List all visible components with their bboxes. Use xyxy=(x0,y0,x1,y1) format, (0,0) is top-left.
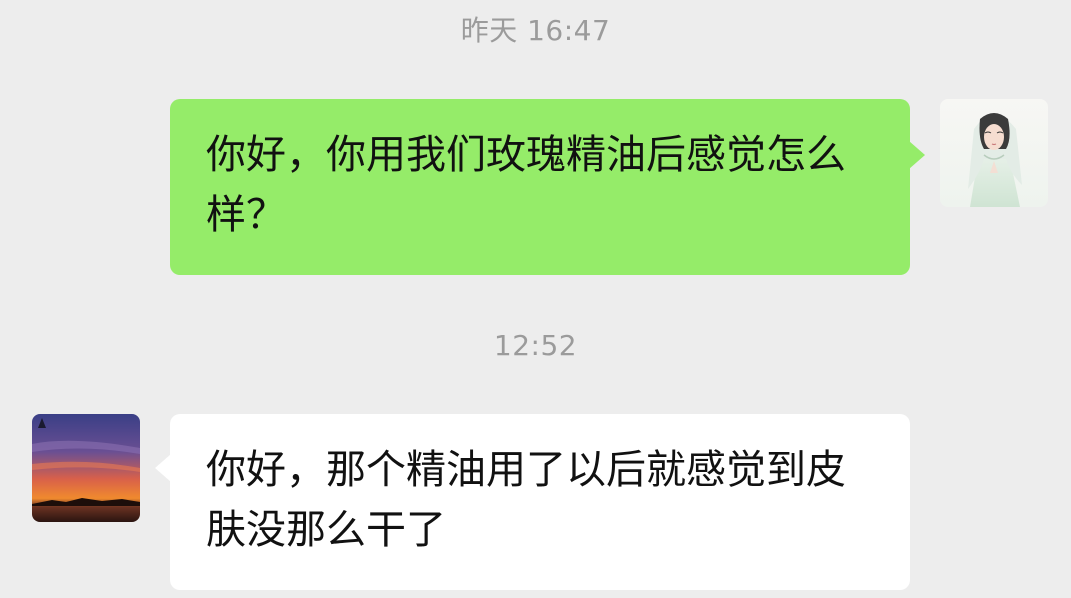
received-message-bubble[interactable]: 你好，那个精油用了以后就感觉到皮肤没那么干了 xyxy=(170,414,910,590)
sunset-avatar-icon[interactable] xyxy=(32,414,140,522)
sent-bubble-tail xyxy=(909,141,925,169)
received-message-text: 你好，那个精油用了以后就感觉到皮肤没那么干了 xyxy=(206,447,846,553)
message-timestamp: 12:52 xyxy=(493,329,578,362)
sent-message-bubble[interactable]: 你好，你用我们玫瑰精油后感觉怎么样？ xyxy=(170,99,910,275)
received-bubble-tail xyxy=(155,454,171,482)
message-timestamp: 昨天 16:47 xyxy=(460,14,611,47)
woman-praying-avatar-icon[interactable] xyxy=(940,99,1048,207)
sent-message-text: 你好，你用我们玫瑰精油后感觉怎么样？ xyxy=(206,132,846,238)
